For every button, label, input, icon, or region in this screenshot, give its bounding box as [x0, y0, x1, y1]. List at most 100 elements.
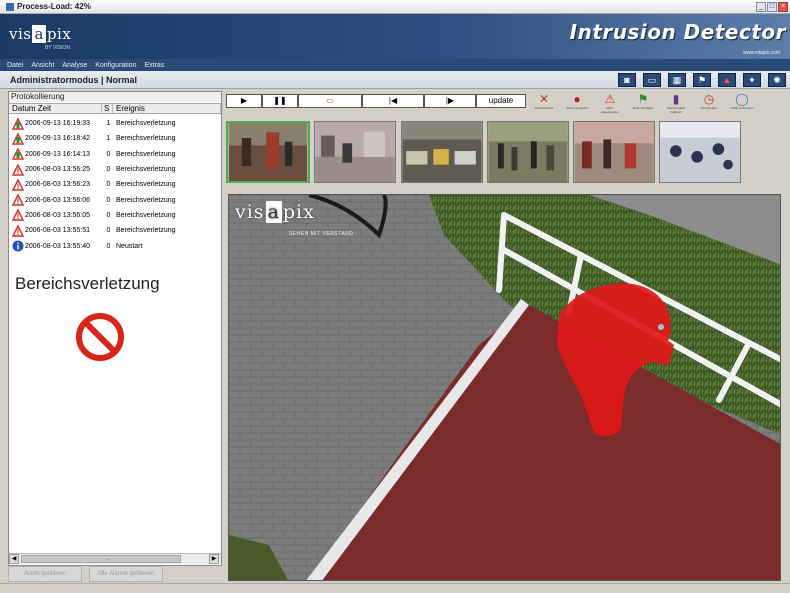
table-row[interactable]: 2006-08-03 13:55:40 0 Neustart — [9, 238, 221, 253]
logo-subtitle: BY VISION — [45, 45, 70, 51]
warning-icon[interactable]: ▲ — [718, 73, 736, 87]
table-row[interactable]: 2006-09-13 16:18:42 1 Bereichsverletzung — [9, 131, 221, 146]
menu-item-konfiguration[interactable]: Konfiguration — [95, 62, 136, 69]
log-datetime: 2006-08-03 13:55:51 — [25, 227, 90, 235]
tool-label: Alarm ausgelöst — [566, 106, 588, 110]
alarm-triggered-icon[interactable]: ● Alarm ausgelöst — [565, 92, 589, 111]
pause-button[interactable]: ❚❚ — [262, 94, 298, 108]
next-button[interactable]: |▶ — [424, 94, 476, 108]
table-row[interactable]: 2006-09-13 16:14:13 0 Bereichsverletzung — [9, 147, 221, 162]
camera-icon[interactable]: ◙ — [618, 73, 636, 87]
thumbnail-camera-4[interactable] — [487, 121, 569, 183]
visapix-logo: vis a pix — [9, 25, 72, 43]
tool-label: Unfall verbessern — [730, 106, 754, 110]
scroll-right-icon[interactable]: ▶ — [209, 554, 219, 564]
close-icon[interactable]: × — [778, 2, 788, 12]
brand-url: www.vitapix.com — [743, 50, 780, 56]
log-datetime: 2006-09-13 16:14:13 — [25, 150, 90, 158]
tool-glyph: ⚑ — [637, 92, 649, 106]
update-button[interactable]: update — [476, 94, 526, 108]
warning-icon — [12, 178, 24, 191]
table-row[interactable]: 2006-08-03 13:56:23 0 Bereichsverletzung — [9, 177, 221, 192]
alarm-status-text: Bereichsverletzung — [15, 274, 160, 293]
camera-thumbnails — [226, 121, 784, 183]
storage-full-icon[interactable]: ▮ Speicherplatz bald voll — [664, 93, 688, 115]
table-row[interactable]: 2006-08-03 13:56:06 0 Bereichsverletzung — [9, 192, 221, 207]
log-event: Bereichsverletzung — [116, 135, 176, 143]
menu-item-ansicht[interactable]: Ansicht — [31, 62, 54, 69]
tool-label: Alarm abgebrochen — [601, 106, 619, 114]
write-protect-icon[interactable]: ✕ Schreibschutz — [532, 92, 556, 111]
menu-item-extras[interactable]: Extras — [144, 62, 164, 69]
column-s[interactable]: S — [102, 104, 113, 113]
thumbnail-camera-1[interactable] — [226, 121, 310, 183]
log-datetime: 2006-09-13 16:19:33 — [25, 120, 90, 128]
warning-icon — [12, 209, 24, 222]
log-buttons: Alarm quittieren Alle Alarme quittieren — [8, 566, 163, 582]
log-header: Protokollierung — [9, 92, 221, 102]
tool-label: Speicherplatz bald voll — [666, 106, 686, 114]
menu-item-analyse[interactable]: Analyse — [62, 62, 87, 69]
log-severity: 0 — [106, 150, 111, 158]
intruder-person-icon — [12, 132, 24, 145]
intruder-person-icon — [12, 117, 24, 130]
end-tracking-icon[interactable]: ⚑ Ende Verfolgen — [631, 92, 655, 111]
scroll-left-icon[interactable]: ◀ — [9, 554, 19, 564]
grid-icon[interactable]: ▦ — [668, 73, 686, 87]
warning-icon — [12, 163, 24, 176]
table-row[interactable]: 2006-08-03 13:56:05 0 Bereichsverletzung — [9, 208, 221, 223]
thumbnail-camera-2[interactable] — [314, 121, 396, 183]
gear-icon[interactable]: ✦ — [743, 73, 761, 87]
live-camera-view[interactable]: vis a pix SEHEN MIT VERSTAND — [228, 194, 781, 581]
warning-icon — [12, 194, 24, 206]
log-severity: 1 — [106, 135, 111, 143]
log-datetime: 2006-08-03 13:56:25 — [25, 166, 90, 174]
tool-glyph: ● — [573, 92, 581, 106]
record-button[interactable]: ▭ — [298, 94, 362, 108]
no-entry-icon — [76, 313, 124, 361]
monitor-icon[interactable]: ▭ — [643, 73, 661, 87]
acknowledge-alarm-button[interactable]: Alarm quittieren — [8, 566, 82, 582]
log-datetime: 2006-08-03 13:55:40 — [25, 242, 90, 250]
menu-item-datei[interactable]: Datei — [7, 62, 23, 69]
log-datetime: 2006-09-13 16:18:42 — [25, 135, 90, 143]
tool-glyph: ⚠ — [604, 92, 616, 106]
table-row[interactable]: 2006-08-03 13:56:25 0 Bereichsverletzung — [9, 162, 221, 177]
flag-icon[interactable]: ⚑ — [693, 73, 711, 87]
log-severity: 0 — [106, 181, 111, 189]
alarm-cancelled-icon[interactable]: ⚠ Alarm abgebrochen — [598, 92, 622, 115]
scroll-thumb[interactable] — [21, 555, 181, 563]
thumbnail-camera-6[interactable] — [659, 121, 741, 183]
thumbnail-camera-5[interactable] — [573, 121, 655, 183]
log-severity: 0 — [106, 242, 111, 250]
tool-glyph: ✕ — [538, 92, 550, 106]
app-icon — [6, 2, 14, 11]
log-horizontal-scrollbar[interactable]: ◀ ... ▶ — [9, 553, 221, 564]
column-event[interactable]: Ereignis — [113, 104, 221, 113]
video-watermark-tagline: SEHEN MIT VERSTAND — [289, 231, 354, 237]
log-event: Bereichsverletzung — [116, 120, 176, 128]
title-bar: Process-Load: 42% _ □ × — [0, 0, 790, 14]
product-name: Intrusion Detector — [569, 20, 786, 44]
improve-accident-icon[interactable]: ◯ Unfall verbessern — [730, 93, 754, 111]
video-watermark-logo: vis a pix — [235, 201, 315, 223]
alarm-start-icon[interactable]: ◷ Alarmbeginn — [697, 92, 721, 111]
thumbnail-camera-3[interactable] — [401, 121, 483, 183]
table-row[interactable]: 2006-08-03 13:55:51 0 Bereichsverletzung — [9, 223, 221, 238]
log-column-headers: Datum Zeit S Ereignis — [9, 103, 221, 114]
previous-button[interactable]: |◀ — [362, 94, 424, 108]
table-row[interactable]: 2006-09-13 16:19:33 1 Bereichsverletzung — [9, 116, 221, 131]
maximize-icon[interactable]: □ — [767, 2, 777, 12]
column-datetime[interactable]: Datum Zeit — [9, 104, 102, 113]
play-button[interactable]: ▶ — [226, 94, 262, 108]
tool-glyph: ◷ — [703, 92, 715, 106]
intruder-person-icon — [12, 148, 24, 160]
minimize-icon[interactable]: _ — [756, 2, 766, 12]
tool-label: Schreibschutz — [534, 106, 554, 110]
log-severity: 0 — [106, 227, 111, 235]
acknowledge-all-button[interactable]: Alle Alarme quittieren — [89, 566, 163, 582]
playback-toolbar: ▶ ❚❚ ▭ |◀ |▶ update ✕ Schreibschutz ● Alarm… — [226, 93, 784, 119]
tool-label: Alarmbeginn — [700, 106, 718, 110]
header-banner: vis a pix BY VISION Intrusion Detector www… — [0, 14, 790, 59]
cog-icon[interactable]: ✺ — [768, 73, 786, 87]
